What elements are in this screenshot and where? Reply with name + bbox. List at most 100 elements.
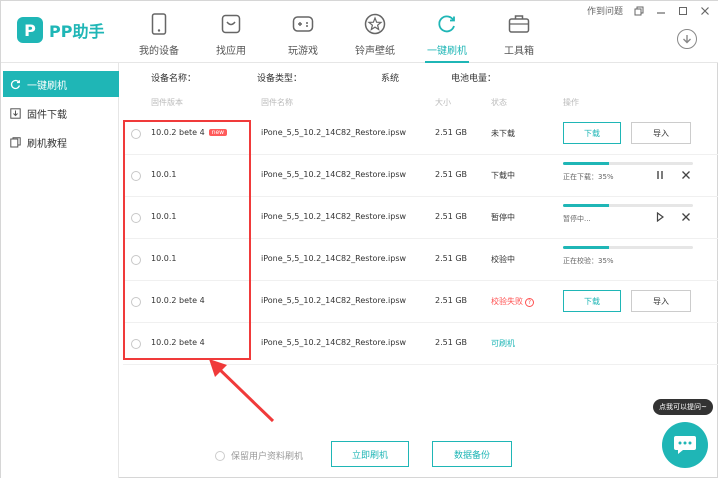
sidebar-item-flash[interactable]: 一键刷机 [3,71,119,97]
download-button[interactable]: 下载 [563,122,621,144]
nav-label: 铃声壁纸 [355,46,395,57]
app-logo: P PP助手 [17,17,104,43]
nav-flash[interactable]: 一键刷机 [411,1,483,63]
restore-icon[interactable] [633,5,645,17]
progress-text: 暂停中... [563,215,591,223]
header-size: 大小 [435,98,451,107]
keep-data-radio[interactable] [215,450,225,461]
sidebar-item-label: 固件下载 [27,109,67,121]
play-icon[interactable] [655,212,665,222]
maximize-icon[interactable] [677,5,689,17]
sidebar-item-label: 一键刷机 [27,80,67,92]
firmware-name: iPone_5,5_10.2_14C82_Restore.ipsw [261,254,407,263]
firmware-status: 校验失败? [491,296,534,307]
firmware-table-header: 固件版本 固件名称 大小 状态 操作 [123,93,718,111]
keep-data-option[interactable]: 保留用户资料刷机 [215,449,303,462]
chat-button[interactable] [662,422,708,468]
app-window: P PP助手 我的设备 找应用 玩游戏 铃声壁纸 一键刷机 工具箱 作到问题 一… [0,0,718,478]
keep-data-label: 保留用户资料刷机 [231,452,304,462]
refresh-icon [9,78,21,90]
import-button[interactable]: 导入 [631,122,691,144]
nav-find-apps[interactable]: 找应用 [195,1,267,63]
firmware-name: iPone_5,5_10.2_14C82_Restore.ipsw [261,170,407,179]
battery-label: 电池电量： [451,74,497,84]
nav-label: 找应用 [216,46,246,57]
data-backup-button[interactable]: 数据备份 [432,441,512,467]
sidebar-item-label: 刷机教程 [27,138,67,150]
window-controls: 作到问题 [587,4,711,17]
top-bar: P PP助手 我的设备 找应用 玩游戏 铃声壁纸 一键刷机 工具箱 作到问题 [1,1,718,63]
progress-text: 正在下载：35% [563,173,614,181]
close-icon[interactable] [681,212,691,222]
firmware-size: 2.51 GB [435,128,468,137]
import-button[interactable]: 导入 [631,290,691,312]
nav-label: 一键刷机 [427,46,467,57]
main-nav: 我的设备 找应用 玩游戏 铃声壁纸 一键刷机 工具箱 [123,1,555,63]
verify-progress: 正在校验：35% [563,246,693,266]
close-icon[interactable] [699,5,711,17]
minimize-icon[interactable] [655,5,667,17]
firmware-size: 2.51 GB [435,296,468,305]
firmware-status: 未下载 [491,129,515,138]
app-store-icon [220,13,242,35]
firmware-size: 2.51 GB [435,338,468,347]
nav-label: 玩游戏 [288,46,318,57]
device-name-label: 设备名称： [151,74,197,84]
gamepad-icon [292,13,314,35]
sidebar-item-firmware-download[interactable]: 固件下载 [3,100,118,126]
firmware-name: iPone_5,5_10.2_14C82_Restore.ipsw [261,296,407,305]
nav-toolbox[interactable]: 工具箱 [483,1,555,63]
download-manager-icon[interactable] [677,29,697,49]
progress-fill [563,162,609,165]
tutorial-icon [9,136,21,148]
nav-label: 我的设备 [139,46,179,57]
firmware-status: 可刷机 [491,339,515,348]
nav-label: 工具箱 [504,46,534,57]
download-box-icon [9,107,21,119]
device-system-label: 系统 [381,74,400,84]
firmware-name: iPone_5,5_10.2_14C82_Restore.ipsw [261,338,407,347]
progress-text: 正在校验：35% [563,257,614,265]
chat-tooltip: 点我可以提问~ [653,399,713,415]
download-progress: 暂停中... [563,204,693,224]
logo-text: PP助手 [49,22,105,41]
progress-fill [563,246,609,249]
pause-icon[interactable] [655,170,665,180]
annotation-arrow-icon [209,359,275,423]
firmware-size: 2.51 GB [435,212,468,221]
firmware-size: 2.51 GB [435,254,468,263]
flash-now-button[interactable]: 立即刷机 [331,441,409,467]
help-link[interactable]: 作到问题 [587,4,623,17]
close-icon[interactable] [681,170,691,180]
nav-games[interactable]: 玩游戏 [267,1,339,63]
download-progress: 正在下载：35% [563,162,693,182]
chat-bubble-icon [674,436,696,454]
header-name: 固件名称 [261,98,293,107]
firmware-name: iPone_5,5_10.2_14C82_Restore.ipsw [261,212,407,221]
header-action: 操作 [563,98,579,107]
sidebar: 一键刷机 固件下载 刷机教程 [1,63,119,478]
device-type-label: 设备类型： [257,74,303,84]
header-version: 固件版本 [151,98,183,107]
help-question-icon[interactable]: ? [525,298,534,307]
header-status: 状态 [491,98,507,107]
star-icon [364,13,386,35]
progress-track [563,246,693,249]
firmware-status: 校验中 [491,255,515,264]
firmware-size: 2.51 GB [435,170,468,179]
progress-track [563,204,693,207]
highlight-box [123,120,251,360]
download-button[interactable]: 下载 [563,290,621,312]
progress-fill [563,204,609,207]
firmware-status: 暂停中 [491,213,515,222]
logo-mark: P [17,17,43,43]
nav-my-device[interactable]: 我的设备 [123,1,195,63]
phone-icon [148,13,170,35]
sidebar-item-tutorial[interactable]: 刷机教程 [3,129,118,155]
status-text: 校验失败 [491,297,523,306]
nav-ringtones[interactable]: 铃声壁纸 [339,1,411,63]
refresh-icon [436,13,458,35]
firmware-name: iPone_5,5_10.2_14C82_Restore.ipsw [261,128,407,137]
toolbox-icon [508,13,530,35]
progress-track [563,162,693,165]
